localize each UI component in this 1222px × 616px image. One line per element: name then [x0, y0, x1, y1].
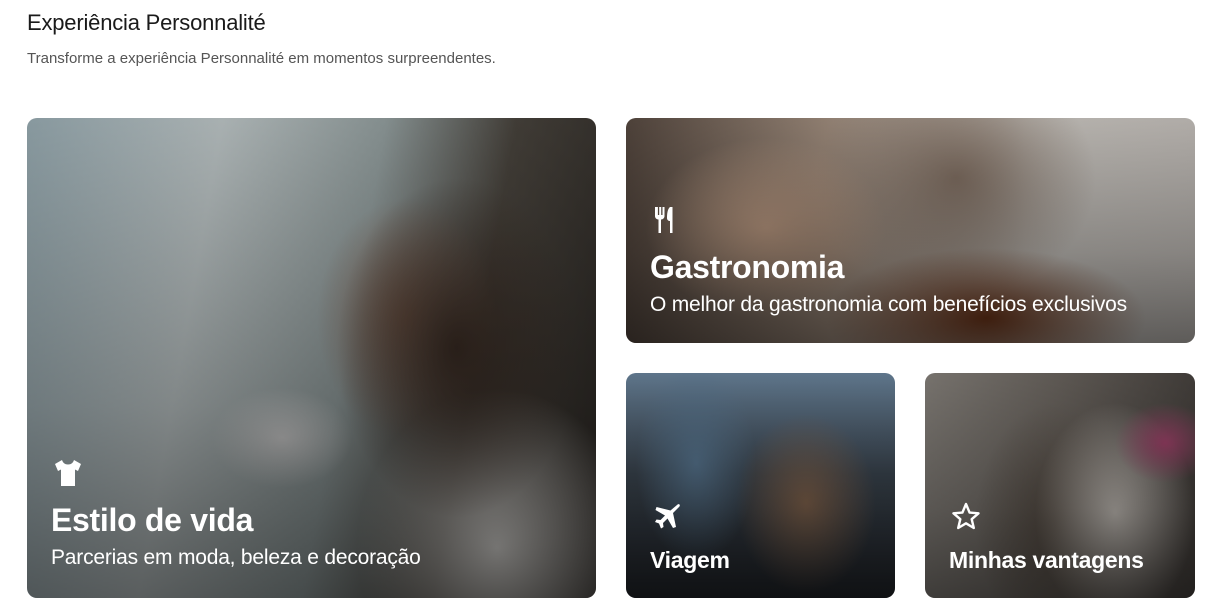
page-subtitle: Transforme a experiência Personnalité em…: [27, 50, 496, 67]
card-gastronomy[interactable]: Gastronomia O melhor da gastronomia com …: [626, 118, 1195, 343]
card-lifestyle-title: Estilo de vida: [51, 502, 254, 538]
card-lifestyle-description: Parcerias em moda, beleza e decoração: [51, 546, 421, 569]
tshirt-icon: [51, 456, 85, 490]
card-gastronomy-description: O melhor da gastronomia com benefícios e…: [650, 293, 1127, 316]
card-gastronomy-title: Gastronomia: [650, 249, 845, 285]
star-icon: [949, 500, 983, 534]
card-benefits[interactable]: Minhas vantagens: [925, 373, 1195, 598]
airplane-icon: [650, 500, 684, 534]
page-title: Experiência Personnalité: [27, 10, 266, 35]
card-travel[interactable]: Viagem: [626, 373, 895, 598]
fork-knife-icon: [650, 203, 684, 237]
card-lifestyle[interactable]: Estilo de vida Parcerias em moda, beleza…: [27, 118, 596, 598]
card-benefits-title: Minhas vantagens: [949, 547, 1144, 573]
card-travel-title: Viagem: [650, 547, 730, 573]
